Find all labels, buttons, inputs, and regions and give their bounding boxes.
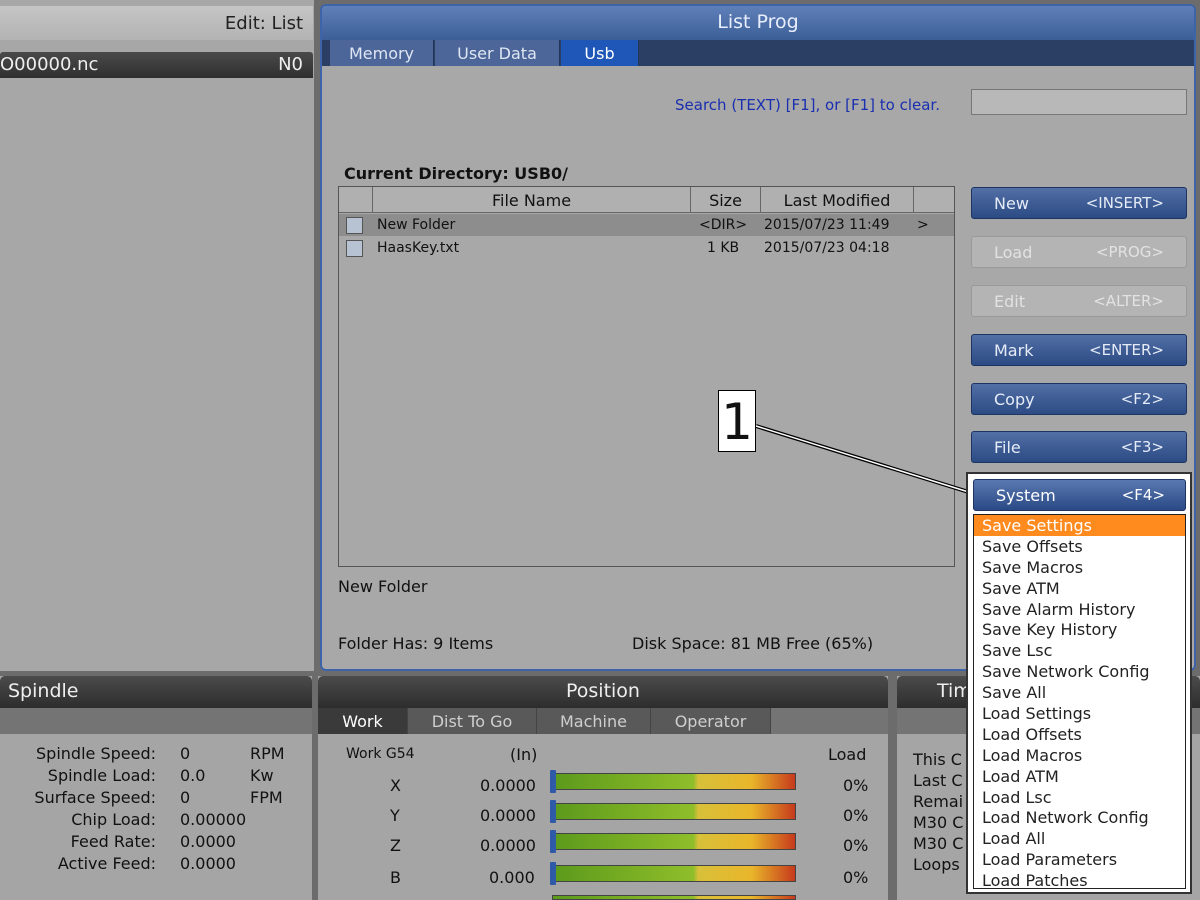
system-button-key: <F4> [1121, 486, 1165, 504]
menu-item-load-macros[interactable]: Load Macros [974, 745, 1185, 766]
menu-item-save-atm[interactable]: Save ATM [974, 578, 1185, 599]
callout-number: 1 [718, 390, 756, 452]
menu-item-load-patches[interactable]: Load Patches [974, 870, 1185, 891]
menu-item-save-lsc[interactable]: Save Lsc [974, 640, 1185, 661]
menu-item-save-alarm-history[interactable]: Save Alarm History [974, 599, 1185, 620]
menu-item-save-macros[interactable]: Save Macros [974, 557, 1185, 578]
menu-item-save-settings[interactable]: Save Settings [974, 515, 1185, 536]
menu-item-load-settings[interactable]: Load Settings [974, 703, 1185, 724]
system-button[interactable]: System <F4> [973, 479, 1186, 511]
menu-item-load-atm[interactable]: Load ATM [974, 766, 1185, 787]
menu-item-save-offsets[interactable]: Save Offsets [974, 536, 1185, 557]
menu-item-load-lsc[interactable]: Load Lsc [974, 787, 1185, 808]
menu-item-load-parameters[interactable]: Load Parameters [974, 849, 1185, 870]
menu-item-save-network-config[interactable]: Save Network Config [974, 661, 1185, 682]
menu-item-load-offsets[interactable]: Load Offsets [974, 724, 1185, 745]
system-button-label: System [996, 486, 1056, 505]
menu-item-load-all[interactable]: Load All [974, 828, 1185, 849]
menu-item-save-key-history[interactable]: Save Key History [974, 619, 1185, 640]
menu-item-load-network-config[interactable]: Load Network Config [974, 807, 1185, 828]
system-dropdown: System <F4> Save Settings Save Offsets S… [966, 472, 1192, 894]
system-menu: Save Settings Save Offsets Save Macros S… [973, 514, 1186, 891]
menu-item-save-all[interactable]: Save All [974, 682, 1185, 703]
